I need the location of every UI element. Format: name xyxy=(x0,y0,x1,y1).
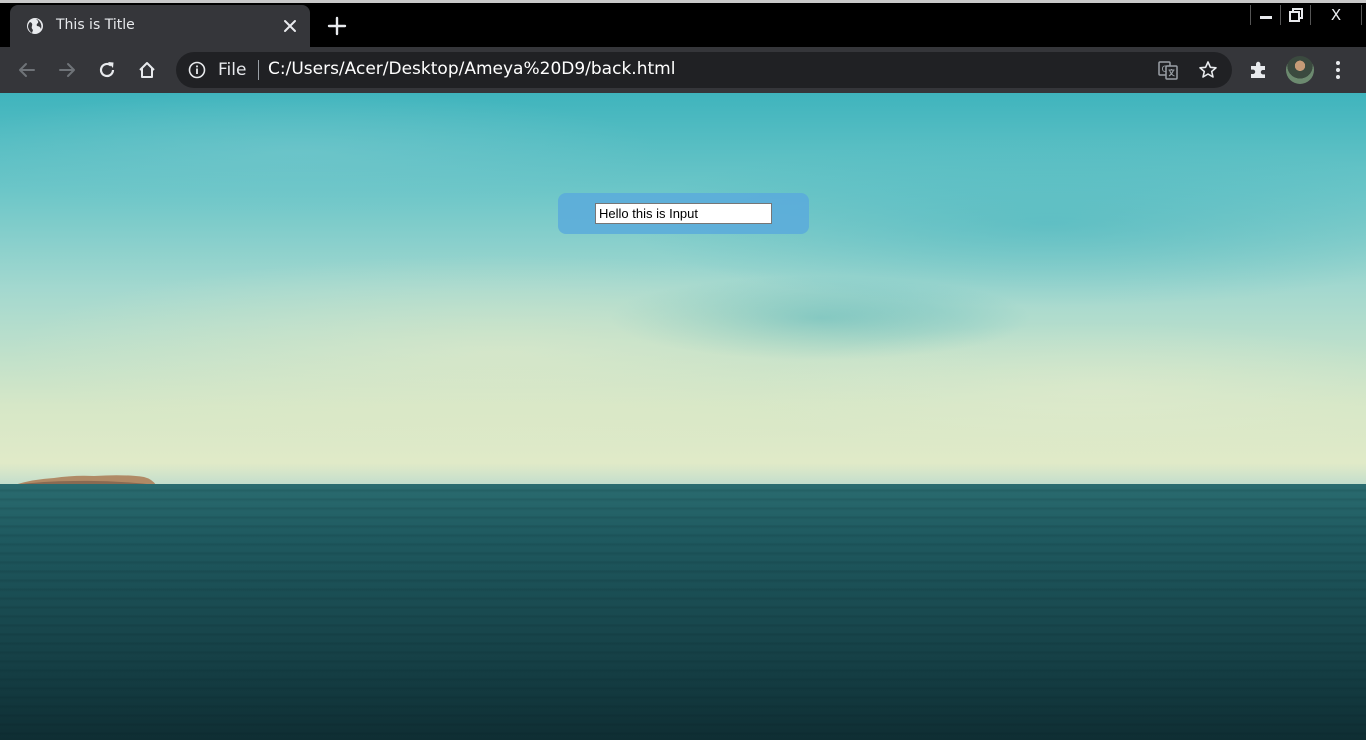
page-viewport xyxy=(0,93,1366,740)
reload-icon xyxy=(99,62,115,78)
translate-icon[interactable]: G xyxy=(1158,60,1178,80)
restore-button[interactable] xyxy=(1280,5,1310,25)
browser-toolbar: File C:/Users/Acer/Desktop/Ameya%20D9/ba… xyxy=(0,47,1366,93)
forward-button[interactable] xyxy=(54,57,80,83)
restore-icon xyxy=(1288,8,1303,22)
globe-icon xyxy=(27,18,43,34)
avatar[interactable] xyxy=(1286,56,1314,84)
window-controls: X xyxy=(1250,5,1362,27)
window-close-button[interactable]: X xyxy=(1310,5,1362,25)
home-icon xyxy=(139,62,155,78)
text-input[interactable] xyxy=(595,203,772,224)
browser-tab[interactable]: This is Title xyxy=(10,5,310,47)
more-vert-icon[interactable] xyxy=(1328,59,1348,81)
puzzle-icon[interactable] xyxy=(1248,59,1270,81)
scheme-label: File xyxy=(218,60,247,80)
input-panel xyxy=(558,193,809,234)
address-divider xyxy=(258,60,259,80)
reload-button[interactable] xyxy=(94,57,120,83)
back-arrow-icon xyxy=(19,63,35,77)
forward-arrow-icon xyxy=(59,63,75,77)
minimize-button[interactable] xyxy=(1250,5,1280,25)
url-text[interactable]: C:/Users/Acer/Desktop/Ameya%20D9/back.ht… xyxy=(268,59,675,79)
back-button[interactable] xyxy=(14,57,40,83)
new-tab-button[interactable] xyxy=(324,14,350,38)
star-icon[interactable] xyxy=(1198,60,1218,80)
address-bar[interactable]: File C:/Users/Acer/Desktop/Ameya%20D9/ba… xyxy=(176,52,1232,88)
info-icon[interactable] xyxy=(188,61,206,79)
tab-title: This is Title xyxy=(56,17,135,33)
browser-titlebar: This is Title X xyxy=(0,3,1366,47)
home-button[interactable] xyxy=(134,57,160,83)
sky-background xyxy=(0,93,1366,484)
close-icon[interactable] xyxy=(280,16,300,36)
sea-background xyxy=(0,484,1366,740)
horizon-haze xyxy=(0,463,1366,485)
minimize-icon xyxy=(1259,16,1272,19)
